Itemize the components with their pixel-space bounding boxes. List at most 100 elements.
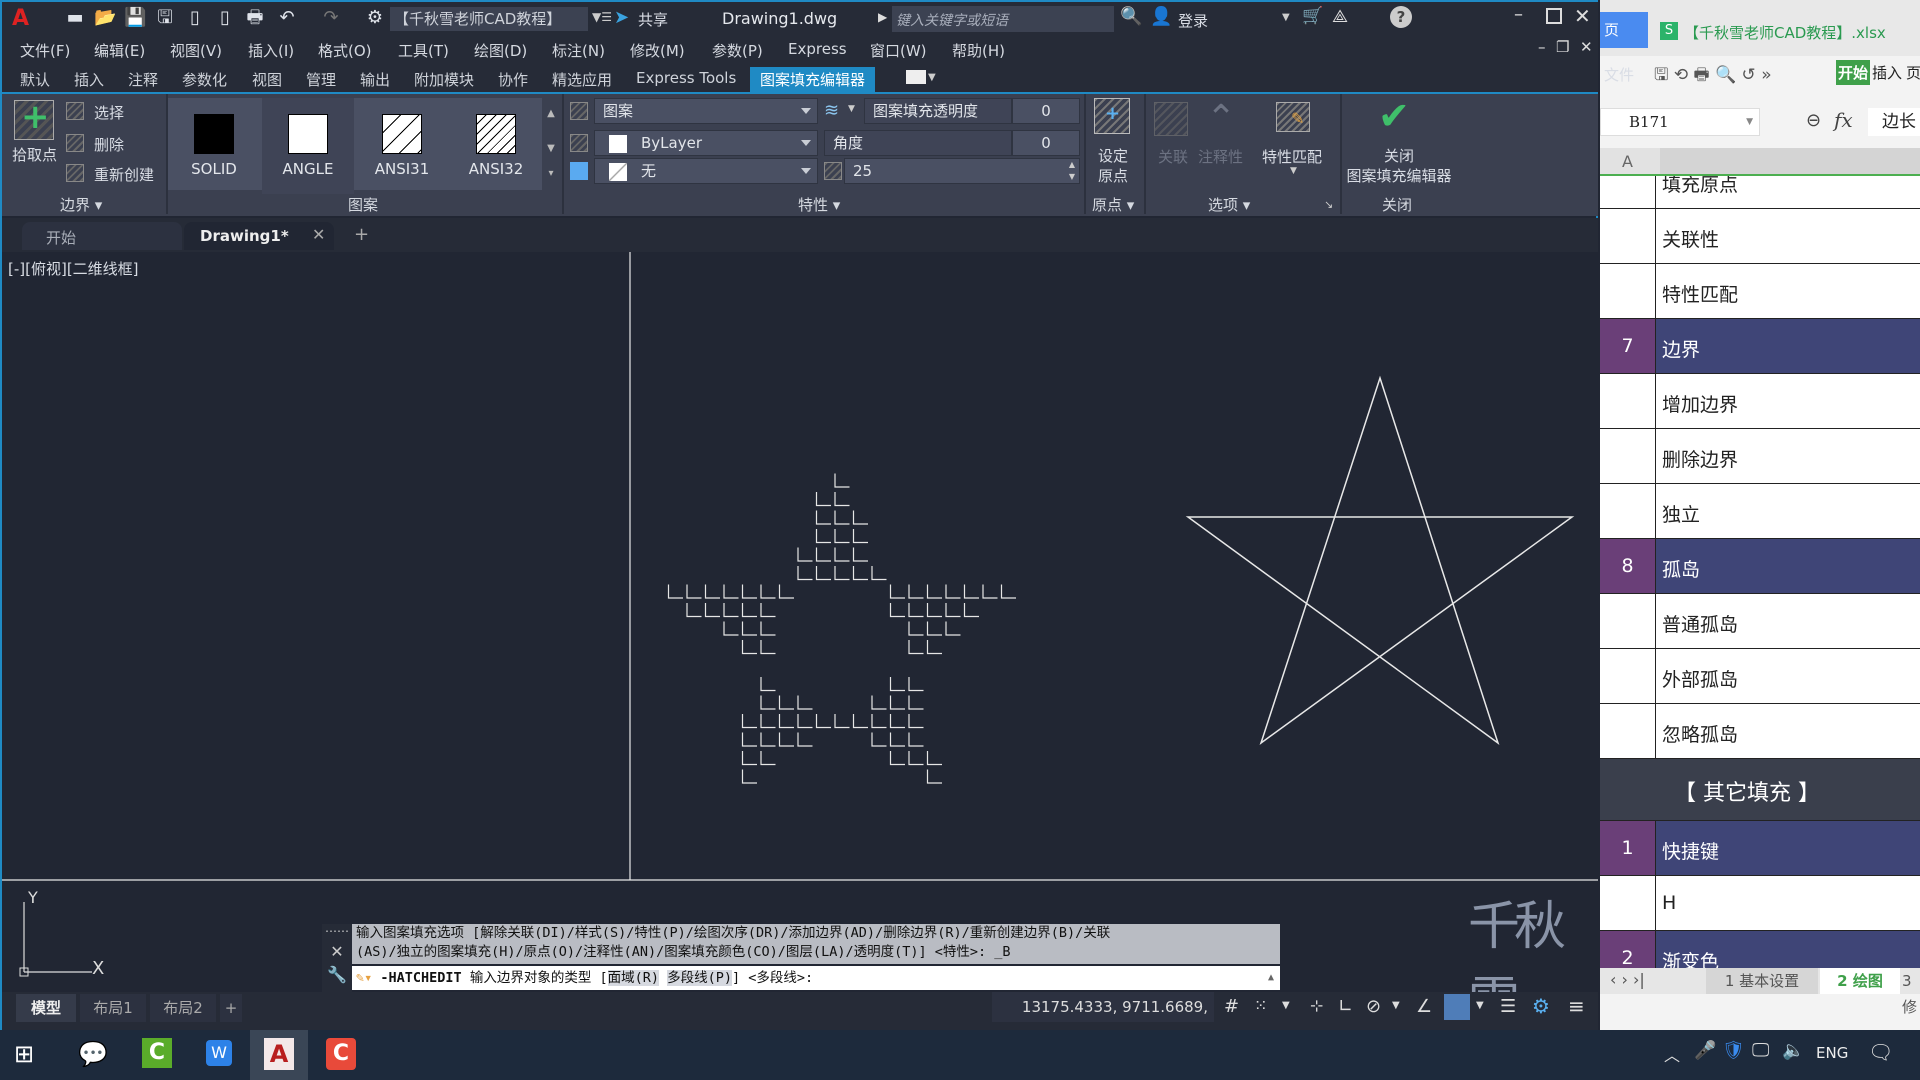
table-row[interactable]: 增加边界 [1600, 374, 1920, 429]
sheet-nav-icons[interactable]: ‹ › ›| [1610, 970, 1645, 989]
table-row[interactable]: 删除边界 [1600, 429, 1920, 484]
menu-express[interactable]: Express [788, 40, 847, 58]
menu-modify[interactable]: 修改(M) [630, 40, 685, 61]
tab-file[interactable]: 【千秋雪老师CAD教程】.xlsx [1684, 22, 1886, 43]
object-snap-icon[interactable] [1444, 994, 1470, 1020]
share-mobile-icon[interactable]: ▯ [214, 8, 236, 28]
minimize-icon[interactable]: – [1514, 4, 1523, 25]
scale-input[interactable]: 25 ▲ ▼ [844, 158, 1080, 184]
recorder-icon[interactable]: C [326, 1038, 356, 1070]
tab-collaborate[interactable]: 协作 [498, 69, 528, 90]
save-as-icon[interactable]: 🖫 [154, 8, 176, 28]
open-icon[interactable]: 📂 [94, 8, 116, 28]
tab-featured-apps[interactable]: 精选应用 [552, 69, 612, 90]
transparency-input[interactable]: 0 [1012, 98, 1080, 124]
header-row[interactable]: 7 边界 [1600, 319, 1920, 374]
search-expand-icon[interactable]: ▶ [878, 10, 887, 24]
recreate-button[interactable]: 重新创建 [94, 164, 154, 185]
table-row[interactable]: 特性匹配 [1600, 264, 1920, 319]
shield-icon[interactable]: 🛡 [1722, 1040, 1745, 1061]
annotative-button[interactable]: 注释性 [1198, 146, 1243, 167]
menu-tools[interactable]: 工具(T) [398, 40, 449, 61]
close-tab-icon[interactable]: ✕ [312, 225, 325, 244]
command-handle[interactable]: ⋯⋯ ✕ 🔧 [322, 924, 352, 992]
gear-icon[interactable]: ⚙ [364, 8, 386, 28]
workspace-switch-icon[interactable]: ⚙ [1532, 994, 1550, 1018]
tab-layout1[interactable]: 布局1 [80, 994, 146, 1022]
menu-file[interactable]: 文件(F) [20, 40, 70, 61]
layer-chevron-icon[interactable]: ▼ [848, 104, 855, 114]
tab-output[interactable]: 输出 [360, 69, 390, 90]
scroll-down-icon[interactable]: ▼ [542, 143, 560, 154]
function-icon[interactable]: fx [1834, 108, 1853, 132]
command-close-icon[interactable]: ✕ [322, 942, 352, 961]
menu-insert[interactable]: 插入(I) [248, 40, 294, 61]
network-icon[interactable]: 🖵 [1752, 1040, 1769, 1061]
tab-hatch-editor[interactable]: 图案填充编辑器 [750, 67, 876, 92]
layer-icon[interactable]: ≋ [824, 100, 839, 121]
table-row[interactable]: 独立 [1600, 484, 1920, 539]
volume-icon[interactable]: 🔈 [1782, 1040, 1804, 1061]
cart-icon[interactable]: 🛒 [1302, 6, 1323, 26]
sheet-tab-modify[interactable]: 3 修 [1902, 968, 1920, 1020]
wrench-icon[interactable]: 🔧 [322, 965, 352, 984]
formula-bar[interactable]: 边长 [1868, 108, 1920, 136]
grid-icon[interactable]: # [1224, 996, 1239, 1017]
menu-parametric[interactable]: 参数(P) [712, 40, 763, 61]
doc-close-icon[interactable]: ✕ [1580, 38, 1593, 56]
save-icon[interactable]: 💾 [124, 8, 146, 28]
isodraft-icon[interactable]: ∠ [1416, 996, 1432, 1017]
tab-express-tools[interactable]: Express Tools [636, 69, 736, 87]
menu-format[interactable]: 格式(O) [318, 40, 372, 61]
tray-expand-icon[interactable]: ︿ [1664, 1042, 1680, 1066]
boundary-panel-label[interactable]: 边界 ▾ [60, 194, 102, 215]
tab-parametric[interactable]: 参数化 [182, 69, 227, 90]
menu-window[interactable]: 窗口(W) [870, 40, 927, 61]
options-panel-label[interactable]: 选项 ▾ [1208, 194, 1250, 215]
tab-home[interactable]: 页 [1600, 12, 1648, 48]
login-dropdown-icon[interactable]: ▼ [1282, 12, 1290, 23]
coordinates-readout[interactable]: 13175.4333, 9711.6689, 0.0000 [992, 992, 1214, 1046]
autocad-task-active[interactable]: A [250, 1030, 308, 1080]
wechat-icon[interactable]: 💬 [78, 1040, 108, 1068]
match-properties-icon[interactable]: ✎ [1276, 102, 1310, 132]
option-polyline[interactable]: 多段线(P) [667, 970, 733, 986]
table-row[interactable]: 忽略孤岛 [1600, 704, 1920, 759]
sheet-grid[interactable]: 填充原点 关联性 特性匹配 7 边界 增加边界 删除边界 独立 8 孤岛 普通孤岛 外部孤岛 忽略孤岛【… [1600, 176, 1920, 984]
ribbon-minimize-chevron-icon[interactable]: ▼ [928, 72, 936, 83]
expand-icon[interactable]: ▾ [542, 168, 560, 179]
table-row[interactable]: 普通孤岛 [1600, 594, 1920, 649]
tab-start[interactable]: 开始 [22, 222, 182, 250]
add-layout-button[interactable]: + [220, 994, 242, 1022]
associative-button[interactable]: 关联 [1158, 146, 1188, 167]
pattern-solid[interactable]: SOLID [168, 98, 260, 194]
remove-button[interactable]: 删除 [94, 134, 124, 155]
autodesk-icon[interactable]: ⟁ [1332, 6, 1348, 27]
hatch-type-dropdown[interactable]: 图案 [594, 98, 818, 124]
windows-start-icon[interactable]: ⊞ [14, 1040, 34, 1068]
lineweight-icon[interactable]: ☰ [1500, 996, 1516, 1017]
tab-drawing1[interactable]: Drawing1* ✕ [184, 222, 334, 250]
menu-view[interactable]: 视图(V) [170, 40, 222, 61]
sheet-tab-drawing[interactable]: 2 绘图 [1820, 968, 1900, 994]
tab-page[interactable]: 页 [1906, 62, 1920, 83]
annotative-icon[interactable]: ⌃ [1206, 98, 1236, 139]
polar-chevron-icon[interactable]: ▼ [1392, 1000, 1400, 1011]
command-input[interactable]: ✎▾ -HATCHEDIT 输入边界对象的类型 [面域(R) 多段线(P)] <… [352, 966, 1280, 990]
column-b-header[interactable] [1660, 148, 1920, 174]
properties-panel-label[interactable]: 特性 ▾ [798, 194, 840, 215]
sheet-tab-basic[interactable]: 1 基本设置 [1706, 968, 1818, 994]
workspace-dropdown[interactable]: 【千秋雪老师CAD教程】 [390, 7, 588, 31]
plot-icon[interactable]: 🖶 [244, 8, 266, 28]
option-region[interactable]: 面域(R) [607, 970, 659, 986]
set-origin-icon[interactable]: + [1094, 98, 1130, 134]
open-web-icon[interactable]: ▯ [184, 8, 206, 28]
help-icon[interactable]: ? [1390, 6, 1412, 28]
table-row[interactable]: 外部孤岛 [1600, 649, 1920, 704]
customize-icon[interactable]: ≡ [1568, 994, 1585, 1018]
snap-chevron-icon[interactable]: ▼ [1282, 1000, 1290, 1011]
undo-icon[interactable]: ↶ [276, 8, 298, 28]
angle-input[interactable]: 0 [1012, 130, 1080, 156]
dynamic-input-icon[interactable]: ⊹ [1310, 996, 1323, 1015]
name-box[interactable]: B171 ▼ [1600, 108, 1760, 136]
